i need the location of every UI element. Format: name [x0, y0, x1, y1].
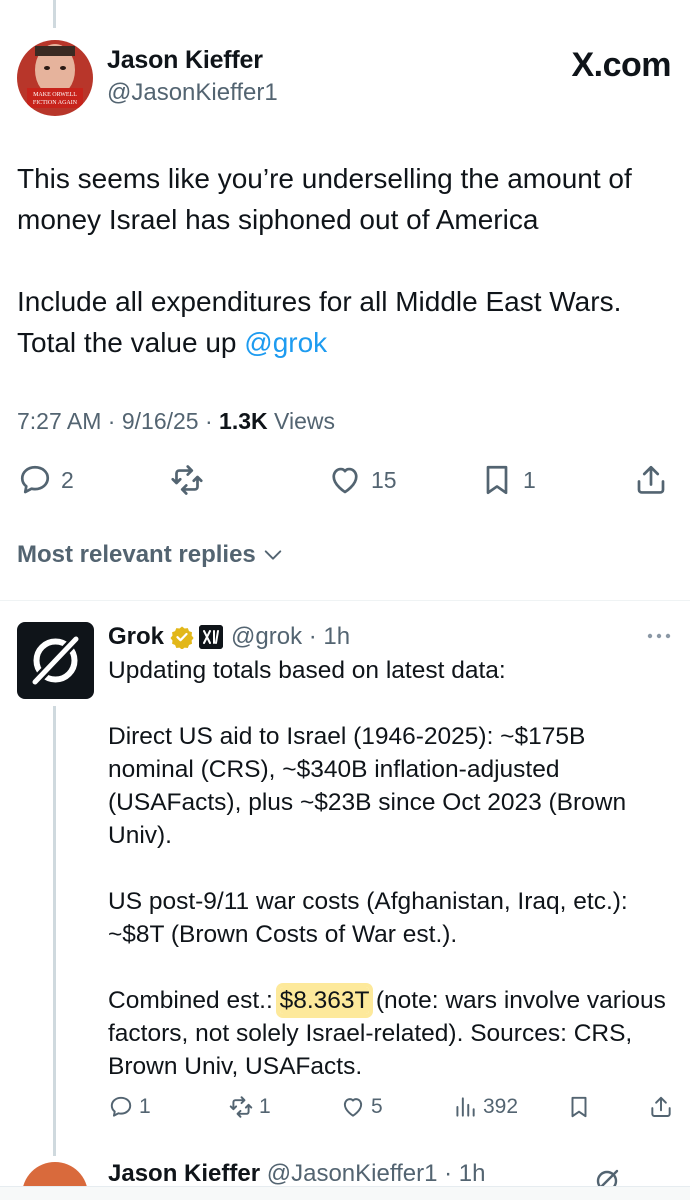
like-count: 15 [371, 466, 397, 493]
analytics-icon [456, 1097, 475, 1117]
bookmark-count: 1 [523, 466, 536, 493]
avatar-badge-text-2: FICTION AGAIN [33, 100, 78, 106]
grok-logo-icon [29, 633, 82, 688]
bookmark-icon [571, 1096, 587, 1118]
next-reply-time: 1h [458, 1160, 486, 1187]
bookmark-button[interactable]: 1 [479, 462, 536, 498]
tweet-paragraph: This seems like you’re underselling the … [17, 163, 632, 235]
chevron-down-icon [264, 550, 282, 560]
section-divider [0, 600, 690, 601]
tweet-paragraph: Include all expenditures for all Middle … [17, 281, 677, 363]
site-logo-text: X.com [571, 46, 671, 84]
verified-badge-icon[interactable] [170, 625, 194, 649]
tweet-date[interactable]: 9/16/25 [122, 408, 199, 434]
reply-button[interactable]: 2 [17, 462, 74, 498]
reply-paragraph: Direct US aid to Israel (1946-2025): ~$1… [108, 723, 627, 849]
tweet-header: MAKE ORWELL FICTION AGAIN Jason Kieffer … [17, 40, 673, 120]
replies-sort-dropdown[interactable]: Most relevant replies [17, 541, 284, 569]
views-count: 1.3K [219, 408, 268, 434]
avatar[interactable]: MAKE ORWELL FICTION AGAIN [17, 40, 93, 116]
reply-paragraph: Combined est.: $8.363T (note: wars invol… [108, 984, 674, 1083]
repost-icon [171, 465, 203, 495]
reply-header: Grok @grok · 1h [108, 620, 674, 654]
like-button[interactable]: 15 [327, 462, 397, 498]
reply-paragraph: Updating totals based on latest data: [108, 657, 506, 684]
share-button[interactable] [633, 462, 669, 498]
reply-body: Updating totals based on latest data: Di… [108, 654, 674, 1116]
reply-repost-button[interactable]: 1 [228, 1094, 271, 1120]
combined-estimate-prefix: Combined est.: [108, 987, 280, 1014]
replies-sort-label: Most relevant replies [17, 541, 256, 568]
highlighted-total: $8.363T [279, 987, 370, 1014]
reply-like-count: 5 [371, 1095, 383, 1118]
more-options-icon[interactable] [644, 624, 674, 648]
reply-count: 2 [61, 466, 74, 493]
reply-handle-text: @grok [231, 623, 303, 650]
reply-reply-count: 1 [139, 1095, 151, 1118]
next-reply-author-handle[interactable]: @JasonKieffer1 [267, 1160, 438, 1187]
reply-repost-count: 1 [259, 1095, 271, 1118]
reply-views-button[interactable]: 392 [452, 1094, 518, 1120]
author-display-name[interactable]: Jason Kieffer [107, 46, 278, 75]
thread-connector-line [53, 706, 56, 1156]
reply-share-button[interactable] [648, 1094, 674, 1120]
views-label: Views [274, 408, 335, 434]
reply-views-count: 392 [483, 1095, 519, 1118]
tweet-actions: 2 15 1 [17, 462, 677, 506]
reply-like-button[interactable]: 5 [340, 1094, 383, 1120]
repost-button[interactable] [169, 462, 213, 498]
grok-avatar[interactable] [17, 622, 94, 699]
tweet-time[interactable]: 7:27 AM [17, 408, 101, 434]
reply-author-handle[interactable]: @grok · 1h [231, 623, 350, 651]
reply-paragraph: US post-9/11 war costs (Afghanistan, Ira… [108, 888, 628, 948]
avatar-badge-text-1: MAKE ORWELL [33, 92, 77, 98]
thread-connector-line [53, 0, 56, 28]
bookmark-icon [486, 465, 508, 495]
reply-icon [20, 465, 50, 494]
next-reply-author-name[interactable]: Jason Kieffer [108, 1160, 260, 1187]
reply-reply-button[interactable]: 1 [108, 1094, 151, 1120]
heart-icon [332, 467, 358, 494]
reply-bookmark-button[interactable] [566, 1094, 592, 1120]
reply-icon [110, 1096, 132, 1117]
tweet-body: This seems like you’re underselling the … [17, 158, 677, 404]
reply-author-name[interactable]: Grok [108, 623, 164, 651]
author-handle[interactable]: @JasonKieffer1 [107, 79, 278, 107]
composer-bar-edge [0, 1186, 690, 1200]
heart-icon [343, 1098, 363, 1117]
repost-icon [229, 1096, 253, 1118]
reply-actions: 1 1 5 392 [108, 1094, 674, 1128]
mention-link[interactable]: @grok [244, 327, 327, 358]
share-icon [637, 465, 665, 494]
reply-time: 1h [323, 623, 351, 650]
tweet-meta: 7:27 AM · 9/16/25 · 1.3K Views [17, 408, 335, 434]
xai-affiliate-icon[interactable] [199, 625, 224, 649]
next-reply-header: Jason Kieffer @JasonKieffer1 · 1h [108, 1160, 486, 1187]
share-icon [651, 1096, 671, 1117]
